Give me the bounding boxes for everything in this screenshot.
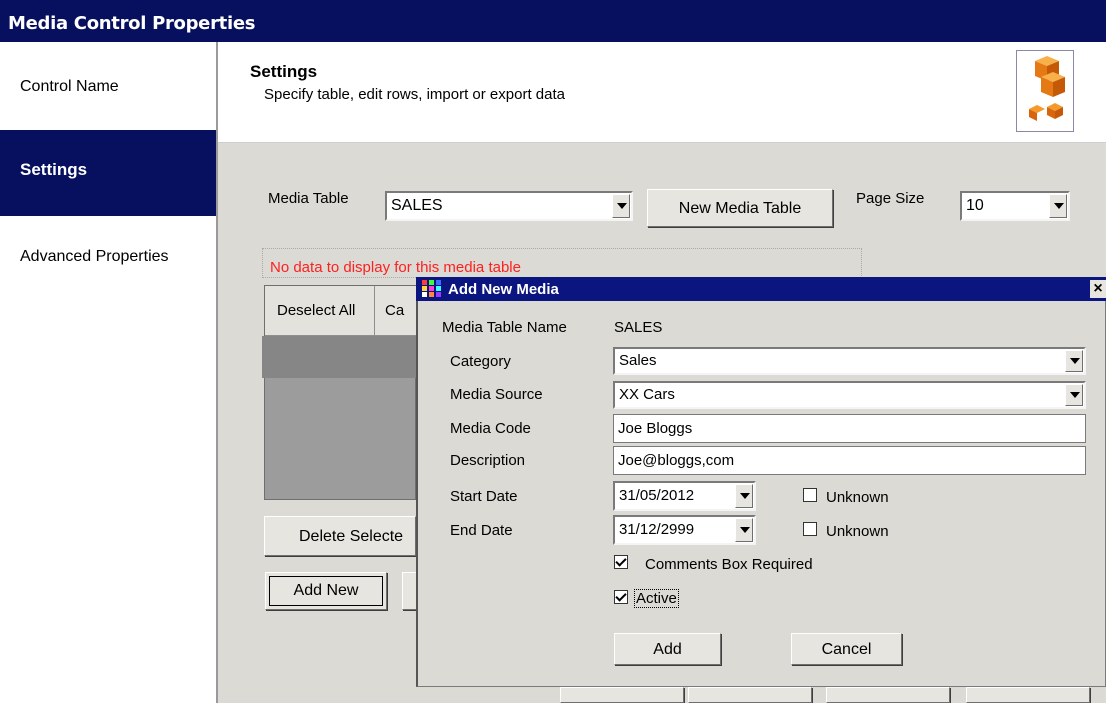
- start-date-value: 31/05/2012: [619, 487, 695, 504]
- media-code-label: Media Code: [450, 420, 531, 437]
- delete-selected-button[interactable]: Delete Selecte: [264, 516, 416, 556]
- chevron-down-icon[interactable]: [1065, 350, 1083, 372]
- grid-header-label: Deselect All: [277, 302, 356, 319]
- close-icon[interactable]: ×: [1090, 280, 1106, 298]
- media-code-field[interactable]: Joe Bloggs: [613, 414, 1086, 443]
- dialog-title: Add New Media: [448, 281, 559, 298]
- grid-selected-row[interactable]: [262, 336, 416, 378]
- start-unknown-label: Unknown: [826, 489, 889, 506]
- description-label: Description: [450, 452, 526, 469]
- page-subtitle: Specify table, edit rows, import or expo…: [264, 86, 565, 103]
- media-table-label: Media Table: [268, 190, 349, 207]
- sidebar-item-label: Settings: [20, 160, 88, 179]
- data-grid[interactable]: Deselect All Ca: [262, 285, 417, 500]
- grid-header-category[interactable]: Ca: [375, 286, 417, 336]
- chevron-down-icon[interactable]: [735, 484, 753, 508]
- sidebar-item-advanced-properties[interactable]: Advanced Properties: [0, 216, 216, 296]
- sidebar-item-control-name[interactable]: Control Name: [0, 42, 216, 130]
- page-title: Settings: [250, 62, 318, 81]
- add-button[interactable]: Add: [614, 633, 721, 665]
- active-checkbox[interactable]: [614, 590, 628, 604]
- media-code-value: Joe Bloggs: [618, 420, 693, 437]
- chevron-down-icon[interactable]: [1065, 384, 1083, 406]
- sidebar-item-label: Advanced Properties: [20, 248, 169, 265]
- start-unknown-checkbox[interactable]: [803, 488, 817, 502]
- page-size-label: Page Size: [856, 190, 925, 207]
- new-media-table-button[interactable]: New Media Table: [647, 189, 833, 227]
- comments-box-checkbox[interactable]: [614, 555, 628, 569]
- chevron-down-icon[interactable]: [1049, 194, 1067, 218]
- end-date-picker[interactable]: 31/12/2999: [613, 515, 756, 545]
- cubes-icon: [1016, 50, 1074, 132]
- chevron-down-icon[interactable]: [735, 518, 753, 542]
- comments-box-label: Comments Box Required: [645, 556, 813, 573]
- end-unknown-checkbox[interactable]: [803, 522, 817, 536]
- media-table-value: SALES: [391, 197, 443, 214]
- category-label: Category: [450, 353, 511, 370]
- media-source-value: XX Cars: [619, 386, 675, 403]
- category-select[interactable]: Sales: [613, 347, 1086, 375]
- no-data-message: No data to display for this media table: [270, 259, 521, 276]
- start-date-picker[interactable]: 31/05/2012: [613, 481, 756, 511]
- sidebar-item-label: Control Name: [20, 78, 119, 95]
- start-date-label: Start Date: [450, 488, 518, 505]
- add-new-button[interactable]: Add New: [265, 572, 387, 610]
- table-name-label: Media Table Name: [442, 319, 567, 336]
- description-field[interactable]: Joe@bloggs,com: [613, 446, 1086, 475]
- window-title: Media Control Properties: [8, 13, 256, 34]
- window-title-bar: Media Control Properties: [0, 0, 1106, 42]
- sidebar-item-settings[interactable]: Settings: [0, 130, 216, 216]
- end-date-value: 31/12/2999: [619, 521, 695, 538]
- media-source-label: Media Source: [450, 386, 543, 403]
- end-date-label: End Date: [450, 522, 513, 539]
- bottom-button[interactable]: [826, 687, 950, 703]
- bottom-button[interactable]: [560, 687, 684, 703]
- grid-header-label: Ca: [385, 302, 405, 319]
- grid-app-icon: [422, 280, 441, 297]
- bottom-button[interactable]: [688, 687, 812, 703]
- active-label: Active: [634, 589, 679, 608]
- page-size-select[interactable]: 10: [960, 191, 1070, 221]
- dialog-title-bar[interactable]: Add New Media ×: [416, 277, 1106, 301]
- page-size-value: 10: [966, 197, 984, 214]
- grid-header-deselect-all[interactable]: Deselect All: [265, 286, 375, 336]
- chevron-down-icon[interactable]: [612, 194, 630, 218]
- table-name-value: SALES: [614, 319, 663, 336]
- add-new-media-dialog: [416, 277, 1106, 687]
- media-source-select[interactable]: XX Cars: [613, 381, 1086, 409]
- end-unknown-label: Unknown: [826, 523, 889, 540]
- media-table-select[interactable]: SALES: [385, 191, 633, 221]
- settings-header: Settings Specify table, edit rows, impor…: [218, 42, 1106, 143]
- description-value: Joe@bloggs,com: [618, 452, 735, 469]
- cancel-button[interactable]: Cancel: [791, 633, 902, 665]
- bottom-button[interactable]: [966, 687, 1090, 703]
- category-value: Sales: [619, 352, 657, 369]
